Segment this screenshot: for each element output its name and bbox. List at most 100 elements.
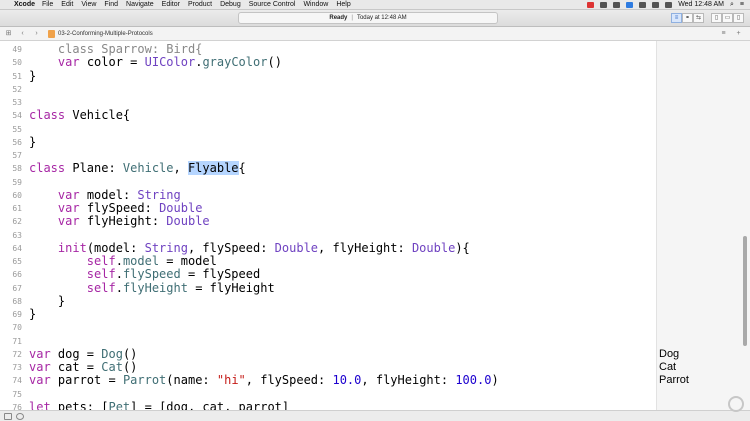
menu-window[interactable]: Window (303, 1, 328, 8)
menu-debug[interactable]: Debug (220, 1, 241, 8)
code-text[interactable]: self.flyHeight = flyHeight (29, 281, 275, 295)
standard-editor-icon[interactable]: ≡ (671, 13, 682, 23)
code-line[interactable]: 74 var parrot = Parrot(name: "hi", flySpe… (0, 374, 656, 387)
code-line[interactable]: 76 let pets: [Pet] = [dog, cat, parrot] (0, 399, 656, 410)
code-text[interactable]: class Sparrow: Bird{ (29, 43, 203, 56)
search-icon[interactable]: ⌕ (730, 1, 734, 9)
code-line[interactable]: 62 var flyHeight: Double (0, 215, 656, 228)
code-token: (name: (166, 373, 217, 388)
code-text[interactable]: } (29, 69, 36, 83)
code-line[interactable]: 72 var dog = Dog() (0, 347, 656, 361)
debug-area-icon[interactable] (4, 413, 12, 420)
code-text[interactable]: } (29, 308, 36, 321)
menu-view[interactable]: View (81, 1, 96, 8)
build-timestamp: Today at 12:48 AM (356, 15, 407, 21)
code-line[interactable]: 58 class Plane: Vehicle, Flyable{ (0, 161, 656, 176)
code-line[interactable]: 49 class Sparrow: Bird{ (0, 43, 656, 56)
back-arrow-icon[interactable]: ‹ (17, 29, 28, 39)
run-icon[interactable] (16, 413, 24, 420)
menu-editor[interactable]: Editor (162, 1, 180, 8)
code-line[interactable]: 66 self.flySpeed = flySpeed (0, 268, 656, 281)
code-token: var (29, 373, 51, 388)
menu-extra-icon[interactable] (600, 1, 608, 8)
battery-icon[interactable] (665, 1, 673, 8)
selected-token: Flyable (187, 161, 239, 176)
volume-icon[interactable] (652, 1, 660, 8)
add-icon[interactable]: + (733, 29, 744, 39)
code-text[interactable]: } (29, 135, 36, 149)
code-line[interactable]: 63 (0, 229, 656, 242)
code-token: UIColor (144, 55, 196, 70)
code-text[interactable]: let pets: [Pet] = [dog, cat, parrot] (29, 399, 289, 410)
code-text[interactable]: var dog = Dog() (29, 347, 137, 361)
hamburger-icon[interactable]: ≡ (718, 29, 729, 39)
code-line[interactable]: 53 (0, 96, 656, 109)
code-text[interactable]: init(model: String, flySpeed: Double, fl… (29, 240, 470, 255)
menu-navigate[interactable]: Navigate (126, 1, 154, 8)
utilities-toggle-icon[interactable]: ▯ (733, 13, 744, 23)
code-line[interactable]: 54 class Vehicle{ (0, 109, 656, 122)
code-line[interactable]: 50 var color = UIColor.grayColor() (0, 56, 656, 69)
code-line[interactable]: 52 (0, 83, 656, 96)
code-line[interactable]: 65 self.model = model (0, 255, 656, 268)
code-text[interactable]: var parrot = Parrot(name: "hi", flySpeed… (29, 374, 499, 387)
breadcrumb-file[interactable]: 03-2-Conforming-Multiple-Protocols (58, 31, 153, 37)
vertical-scrollbar[interactable] (743, 236, 747, 346)
code-line[interactable]: 75 (0, 388, 656, 401)
code-line[interactable]: 70 (0, 321, 656, 334)
code-line[interactable]: 69} (0, 308, 656, 321)
code-text[interactable]: self.flySpeed = flySpeed (29, 268, 260, 281)
result-value[interactable]: Dog (659, 348, 679, 361)
breadcrumb[interactable]: 03-2-Conforming-Multiple-Protocols (48, 29, 153, 38)
list-icon[interactable]: ≡ (740, 1, 744, 8)
code-line[interactable]: 71 (0, 335, 656, 348)
debug-area-toggle-icon[interactable]: ▭ (722, 13, 733, 23)
code-line[interactable]: 51} (0, 69, 656, 83)
code-line[interactable]: 55 (0, 123, 656, 136)
code-text[interactable]: var flyHeight: Double (29, 215, 210, 228)
code-token: , flyHeight: (318, 240, 412, 255)
code-text[interactable]: var model: String (29, 188, 181, 202)
code-text[interactable]: var flySpeed: Double (29, 202, 203, 215)
code-text[interactable]: class Vehicle{ (29, 109, 130, 122)
code-token: pets: [ (50, 399, 109, 410)
result-value[interactable]: Cat (659, 361, 676, 374)
code-line[interactable]: 67 self.flyHeight = flyHeight (0, 281, 656, 295)
code-text[interactable]: class Plane: Vehicle, Flyable{ (29, 161, 246, 176)
menu-extra-icon[interactable] (626, 1, 634, 8)
code-line[interactable]: 59 (0, 176, 656, 189)
assistant-editor-icon[interactable]: ⚭ (682, 13, 693, 23)
menu-product[interactable]: Product (188, 1, 212, 8)
version-editor-icon[interactable]: ⇆ (693, 13, 704, 23)
code-token: ){ (455, 240, 470, 255)
code-text[interactable]: self.model = model (29, 255, 217, 268)
menu-edit[interactable]: Edit (61, 1, 73, 8)
code-line[interactable]: 64 init(model: String, flySpeed: Double,… (0, 240, 656, 255)
code-text[interactable]: var color = UIColor.grayColor() (29, 56, 282, 69)
menu-app-xcode[interactable]: Xcode (14, 1, 35, 8)
navigator-toggle-icon[interactable]: ▯ (711, 13, 722, 23)
wifi-icon[interactable] (639, 1, 647, 8)
result-value[interactable]: Parrot (659, 374, 689, 387)
code-line[interactable]: 60 var model: String (0, 188, 656, 202)
menu-extra-icon[interactable] (613, 1, 621, 8)
menu-source-control[interactable]: Source Control (249, 1, 296, 8)
menu-find[interactable]: Find (104, 1, 118, 8)
status-area: Wed 12:48 AM ⌕ ≡ (587, 1, 750, 9)
code-line[interactable]: 68 } (0, 294, 656, 308)
related-items-icon[interactable]: ⊞ (3, 29, 14, 39)
code-text[interactable]: var cat = Cat() (29, 361, 137, 374)
menu-clock[interactable]: Wed 12:48 AM (678, 1, 724, 8)
code-line[interactable]: 56} (0, 135, 656, 149)
menu-help[interactable]: Help (336, 1, 350, 8)
record-icon[interactable] (587, 1, 595, 8)
code-line[interactable]: 61 var flySpeed: Double (0, 202, 656, 215)
forward-arrow-icon[interactable]: › (31, 29, 42, 39)
code-token: { (238, 161, 246, 176)
code-editor[interactable]: 49 class Sparrow: Bird{50 var color = UI… (0, 41, 656, 410)
code-text[interactable]: } (29, 294, 65, 308)
code-line[interactable]: 57 (0, 149, 656, 162)
menu-file[interactable]: File (42, 1, 53, 8)
code-line[interactable]: 73 var cat = Cat() (0, 361, 656, 374)
